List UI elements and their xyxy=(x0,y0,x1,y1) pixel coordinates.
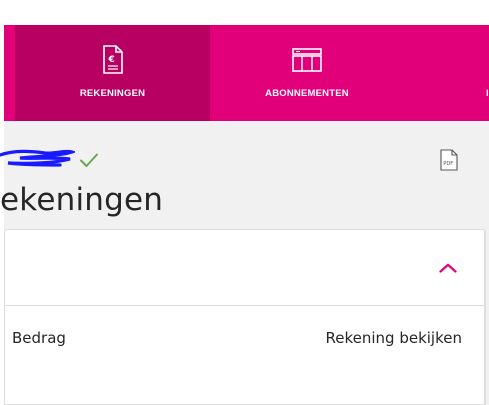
redacted-amount xyxy=(0,149,75,167)
column-header-view-invoice: Rekening bekijken xyxy=(325,329,463,347)
panel-divider xyxy=(5,305,484,306)
check-icon xyxy=(80,153,98,167)
column-header-amount: Bedrag xyxy=(12,329,66,347)
svg-text:€: € xyxy=(107,55,114,65)
nav-tab-label: I xyxy=(486,88,489,99)
invoice-euro-icon: € xyxy=(97,44,129,76)
nav-tab-label: REKENINGEN xyxy=(79,88,146,99)
page-title: ekeningen xyxy=(0,182,164,218)
invoices-panel: Bedrag Rekening bekijken xyxy=(4,229,486,405)
nav-tab-abonnementen[interactable]: ABONNEMENTEN xyxy=(210,25,404,121)
nav-tab-label: ABONNEMENTEN xyxy=(265,88,349,99)
svg-text:PDF: PDF xyxy=(443,161,453,167)
page: € REKENINGEN ABONNEMENTEN I ekeningen Be… xyxy=(0,0,489,405)
collapse-button[interactable] xyxy=(436,258,460,278)
pdf-download-icon[interactable]: PDF xyxy=(440,149,458,171)
chevron-up-icon xyxy=(439,263,457,273)
subscription-icon xyxy=(291,44,323,76)
top-navigation-bar: € REKENINGEN ABONNEMENTEN I xyxy=(4,25,489,121)
nav-tab-rekeningen[interactable]: € REKENINGEN xyxy=(15,25,210,121)
nav-tab-partial[interactable]: I xyxy=(404,25,489,121)
